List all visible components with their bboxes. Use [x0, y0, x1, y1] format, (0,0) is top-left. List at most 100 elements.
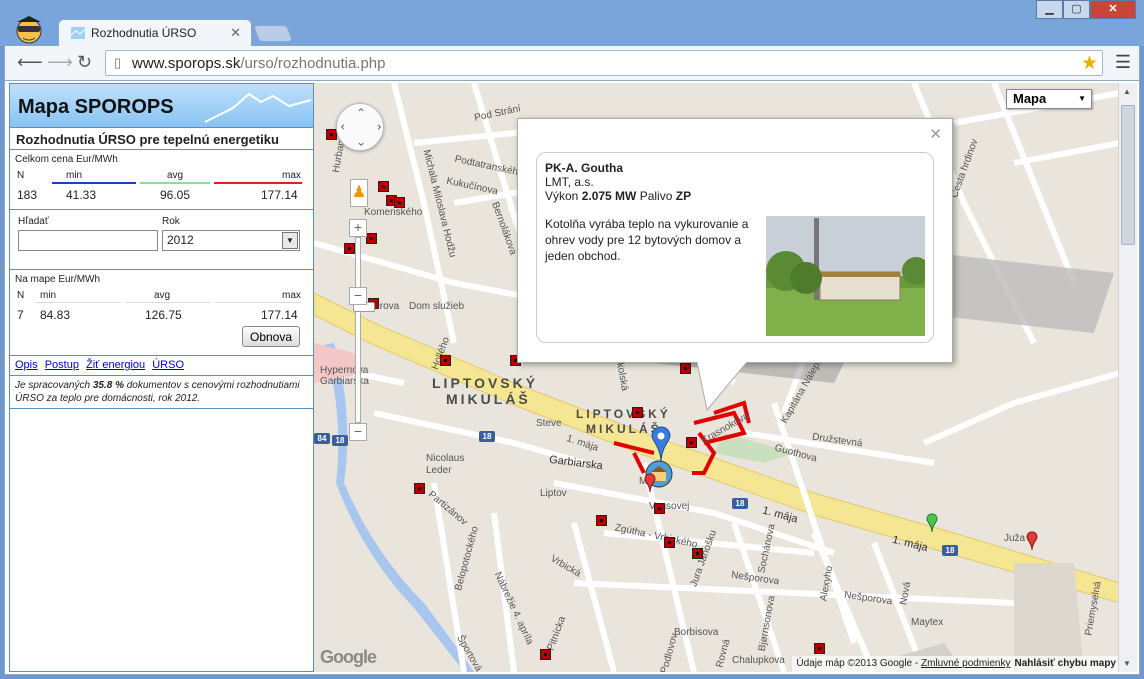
poi-dom-sluzieb: Dom služieb [409, 301, 465, 312]
search-label: Hľadať [18, 216, 49, 227]
total-max: 177.14 [261, 188, 298, 202]
info-links: Opis Postup Žiť energiou ÚRSO [10, 356, 313, 376]
zoom-control[interactable]: + − − [349, 219, 375, 441]
info-window-content: PK-A. Goutha LMT, a.s. Výkon 2.075 MW Pa… [536, 152, 934, 343]
heat-plant-marker[interactable] [440, 355, 451, 366]
heat-plant-marker[interactable] [414, 483, 425, 494]
red-pin-icon[interactable] [644, 473, 656, 493]
road-chalupkova: Chalupkova [732, 655, 785, 666]
map-type-label: Mapa [1013, 91, 1047, 106]
pan-left-icon[interactable]: ⌃ [339, 122, 353, 132]
poi-liptov: Liptov [540, 488, 567, 499]
heat-plant-marker[interactable] [540, 649, 551, 660]
heat-plant-marker[interactable] [632, 407, 643, 418]
reload-icon[interactable]: ↻ [77, 52, 92, 73]
link-postup[interactable]: Postup [45, 359, 79, 371]
title-bar: Rozhodnutia ÚRSO ✕ ▁ ▢ ✕ [0, 0, 1144, 46]
menu-icon[interactable]: ☰ [1115, 52, 1131, 73]
mountain-logo-icon [204, 92, 312, 123]
scrollbar-thumb[interactable] [1121, 105, 1135, 245]
address-bar[interactable]: ▯ www.sporops.sk/urso/rozhodnutia.php ★ [105, 50, 1103, 76]
zoom-out-icon[interactable]: − [349, 423, 367, 441]
red-pin-icon[interactable] [1026, 531, 1038, 551]
note-percent: 35.8 % [92, 380, 124, 391]
bookmark-star-icon[interactable]: ★ [1081, 52, 1098, 75]
map-divider-3 [215, 302, 301, 303]
url-host: www.sporops.sk [132, 55, 241, 72]
info-window-close-icon[interactable]: ✕ [929, 125, 942, 143]
url-path: /urso/rozhodnutia.php [240, 55, 386, 72]
total-header-min: min [66, 170, 83, 181]
maximize-icon[interactable]: ▢ [1063, 0, 1090, 19]
city-label-1: LIPTOVSKÝ [432, 375, 539, 391]
tab-rozhodnutia[interactable]: Rozhodnutia ÚRSO ✕ [58, 19, 252, 46]
poi-steve: Steve [536, 418, 562, 429]
new-tab-button[interactable] [252, 25, 294, 42]
zoom-level-icon[interactable]: − [349, 287, 367, 305]
street-view-pegman-icon[interactable]: ♟ [350, 179, 368, 207]
year-value: 2012 [167, 233, 194, 247]
heat-plant-marker[interactable] [394, 197, 405, 208]
year-label: Rok [162, 216, 180, 227]
refresh-button[interactable]: Obnova [242, 326, 300, 347]
tab-title: Rozhodnutia ÚRSO [91, 26, 197, 40]
report-error-link[interactable]: Nahlásiť chybu mapy [1015, 658, 1117, 669]
close-window-icon[interactable]: ✕ [1090, 0, 1136, 19]
map-divider-2 [125, 302, 211, 303]
pan-up-icon[interactable]: ⌃ [356, 106, 366, 120]
heat-plant-marker[interactable] [664, 537, 675, 548]
sidebar: Mapa SPOROPS Rozhodnutia ÚRSO pre tepeln… [9, 83, 314, 672]
heat-plant-marker[interactable] [692, 548, 703, 559]
poi-maytex: Maytex [911, 617, 944, 628]
map-stats-label: Na mape Eur/MWh [15, 274, 101, 285]
link-zit-energiou[interactable]: Žiť energiou [86, 359, 145, 371]
user-avatar-icon[interactable] [12, 14, 46, 44]
link-opis[interactable]: Opis [15, 359, 38, 371]
heat-plant-marker[interactable] [686, 437, 697, 448]
chevron-down-icon[interactable]: ▼ [282, 232, 298, 249]
minimize-icon[interactable]: ▁ [1036, 0, 1063, 19]
map-type-select[interactable]: Mapa ▼ [1006, 89, 1092, 109]
pan-down-icon[interactable]: ⌃ [356, 134, 366, 148]
plant-company: LMT, a.s. [545, 175, 594, 189]
power-value: 2.075 MW [581, 189, 637, 203]
scroll-down-icon[interactable]: ▼ [1123, 659, 1131, 668]
scroll-up-icon[interactable]: ▲ [1123, 87, 1131, 96]
road-shield-18-b: 18 [732, 498, 748, 509]
page-content: Mapa SPOROPS Rozhodnutia ÚRSO pre tepeln… [4, 80, 1140, 675]
sidebar-subtitle: Rozhodnutia ÚRSO pre tepelnú energetiku [10, 128, 313, 150]
link-urso[interactable]: ÚRSO [152, 359, 184, 371]
total-header-max: max [282, 170, 301, 181]
sidebar-header: Mapa SPOROPS [10, 84, 313, 128]
heat-plant-marker[interactable] [378, 181, 389, 192]
terms-link[interactable]: Zmluvné podmienky [921, 658, 1010, 669]
heat-plant-marker[interactable] [680, 363, 691, 374]
plant-photo[interactable] [766, 216, 925, 336]
heat-plant-marker[interactable] [596, 515, 607, 526]
year-select[interactable]: 2012 ▼ [162, 230, 300, 251]
tab-close-icon[interactable]: ✕ [230, 25, 241, 41]
fuel-label: Palivo [636, 189, 676, 203]
map-avg: 126.75 [145, 308, 182, 322]
map-canvas[interactable]: LIPTOVSKÝ MIKULÁŠ LIPTOVSKÝ MIKULÁŠ Garb… [314, 83, 1120, 672]
map-n: 7 [17, 308, 24, 322]
search-input[interactable] [18, 230, 158, 251]
heat-plant-marker[interactable] [654, 503, 665, 514]
road-shield-84: 84 [314, 433, 330, 444]
map-min: 84.83 [40, 308, 71, 322]
back-arrow-icon[interactable]: ⟵ [17, 52, 43, 73]
green-pin-icon[interactable] [926, 513, 938, 533]
pan-control[interactable]: ⌃ ⌃ ⌃ ⌃ [336, 103, 384, 151]
zoom-in-icon[interactable]: + [349, 219, 367, 237]
info-window: ✕ PK-A. Goutha LMT, a.s. Výkon 2.075 MW … [517, 118, 953, 363]
total-min: 41.33 [66, 188, 97, 202]
forward-arrow-icon[interactable]: ⟶ [47, 52, 73, 73]
min-color-bar [52, 182, 136, 184]
heat-plant-marker[interactable] [814, 643, 825, 654]
zoom-slider-track[interactable] [353, 237, 375, 423]
heat-plant-marker[interactable] [366, 233, 377, 244]
poi-nicolaus: Nicolaus Leder [426, 453, 465, 476]
pan-right-icon[interactable]: ⌃ [369, 122, 383, 132]
page-scrollbar[interactable]: ▲ ▼ [1118, 83, 1137, 672]
road-shield-18-a: 18 [479, 431, 495, 442]
